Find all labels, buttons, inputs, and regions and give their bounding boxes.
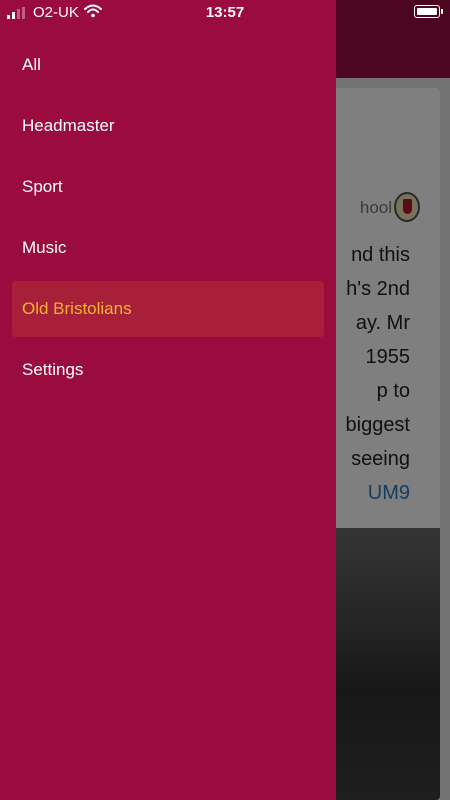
drawer-item-headmaster[interactable]: Headmaster [12, 98, 324, 154]
drawer-item-settings[interactable]: Settings [12, 342, 324, 398]
drawer-item-old-bristolians[interactable]: Old Bristolians [12, 281, 324, 337]
drawer-item-music[interactable]: Music [12, 220, 324, 276]
drawer-item-all[interactable]: All [12, 37, 324, 93]
drawer-menu: All Headmaster Sport Music Old Bristolia… [0, 32, 336, 398]
drawer-item-sport[interactable]: Sport [12, 159, 324, 215]
navigation-drawer: All Headmaster Sport Music Old Bristolia… [0, 0, 336, 800]
status-time: 13:57 [205, 4, 245, 21]
status-bar: O2-UK 13:57 [0, 0, 450, 26]
battery-icon [414, 5, 443, 18]
